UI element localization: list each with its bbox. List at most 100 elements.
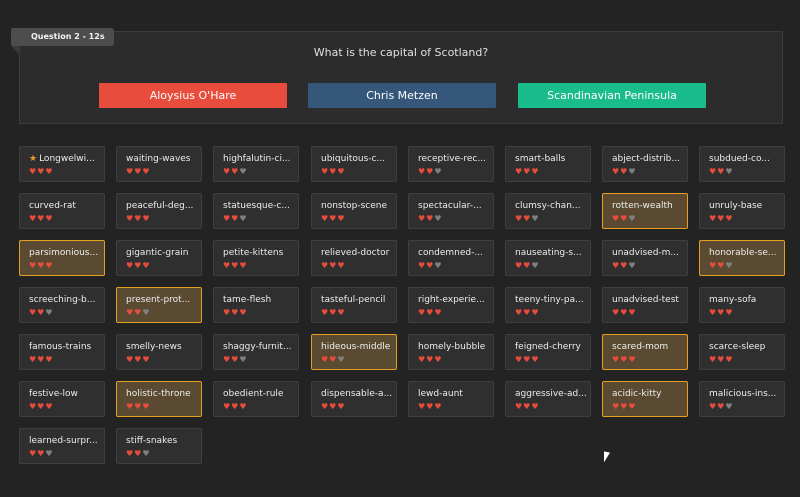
lives-hearts: ♥♥♥	[515, 308, 540, 317]
question-timer-badge: Question 2 - 12s	[11, 28, 114, 55]
player-card[interactable]: holistic-throne ♥♥♥	[116, 381, 202, 417]
lives-hearts: ♥♥♥	[29, 308, 54, 317]
player-card[interactable]: highfalutin-ci... ♥♥♥	[213, 146, 299, 182]
player-card[interactable]: receptive-rec... ♥♥♥	[408, 146, 494, 182]
heart-icon: ♥	[142, 449, 151, 458]
lives-hearts: ♥♥♥	[223, 167, 248, 176]
heart-icon: ♥	[29, 449, 38, 458]
player-card[interactable]: gigantic-grain ♥♥♥	[116, 240, 202, 276]
player-card[interactable]: homely-bubble ♥♥♥	[408, 334, 494, 370]
player-name: gigantic-grain	[126, 248, 189, 258]
player-card[interactable]: famous-trains ♥♥♥	[19, 334, 105, 370]
player-card[interactable]: hideous-middle ♥♥♥	[311, 334, 397, 370]
heart-icon: ♥	[628, 214, 637, 223]
heart-icon: ♥	[418, 214, 427, 223]
player-card[interactable]: ★ Longwelwi... ♥♥♥	[19, 146, 105, 182]
player-card[interactable]: right-experie... ♥♥♥	[408, 287, 494, 323]
heart-icon: ♥	[531, 214, 540, 223]
heart-icon: ♥	[515, 402, 524, 411]
player-card[interactable]: spectacular-... ♥♥♥	[408, 193, 494, 229]
heart-icon: ♥	[434, 355, 443, 364]
player-card[interactable]: present-prot... ♥♥♥	[116, 287, 202, 323]
heart-icon: ♥	[126, 449, 135, 458]
player-name: clumsy-chan...	[515, 201, 581, 211]
player-card[interactable]: honorable-se... ♥♥♥	[699, 240, 785, 276]
player-card[interactable]: aggressive-ad... ♥♥♥	[505, 381, 591, 417]
player-name: shaggy-furnit...	[223, 342, 292, 352]
player-card[interactable]: unadvised-m... ♥♥♥	[602, 240, 688, 276]
lives-hearts: ♥♥♥	[321, 214, 346, 223]
player-card[interactable]: rotten-wealth ♥♥♥	[602, 193, 688, 229]
player-card[interactable]: unruly-base ♥♥♥	[699, 193, 785, 229]
heart-icon: ♥	[239, 355, 248, 364]
player-card[interactable]: unadvised-test ♥♥♥	[602, 287, 688, 323]
player-name: homely-bubble	[418, 342, 486, 352]
answer-button-2[interactable]: Chris Metzen	[308, 83, 496, 108]
lives-hearts: ♥♥♥	[321, 402, 346, 411]
player-card[interactable]: learned-surpr... ♥♥♥	[19, 428, 105, 464]
player-card[interactable]: smelly-news ♥♥♥	[116, 334, 202, 370]
heart-icon: ♥	[142, 214, 151, 223]
player-card[interactable]: nauseating-s... ♥♥♥	[505, 240, 591, 276]
heart-icon: ♥	[418, 355, 427, 364]
heart-icon: ♥	[142, 167, 151, 176]
player-card[interactable]: feigned-cherry ♥♥♥	[505, 334, 591, 370]
heart-icon: ♥	[239, 308, 248, 317]
lives-hearts: ♥♥♥	[321, 308, 346, 317]
player-card[interactable]: smart-balls ♥♥♥	[505, 146, 591, 182]
heart-icon: ♥	[239, 261, 248, 270]
player-card[interactable]: nonstop-scene ♥♥♥	[311, 193, 397, 229]
heart-icon: ♥	[223, 308, 232, 317]
player-card[interactable]: festive-low ♥♥♥	[19, 381, 105, 417]
player-card[interactable]: waiting-waves ♥♥♥	[116, 146, 202, 182]
player-name: aggressive-ad...	[515, 389, 587, 399]
heart-icon: ♥	[418, 167, 427, 176]
lives-hearts: ♥♥♥	[223, 308, 248, 317]
player-card[interactable]: relieved-doctor ♥♥♥	[311, 240, 397, 276]
player-card[interactable]: statuesque-c... ♥♥♥	[213, 193, 299, 229]
player-card[interactable]: petite-kittens ♥♥♥	[213, 240, 299, 276]
player-card[interactable]: teeny-tiny-pa... ♥♥♥	[505, 287, 591, 323]
answer-button-1[interactable]: Aloysius O'Hare	[99, 83, 287, 108]
heart-icon: ♥	[628, 355, 637, 364]
heart-icon: ♥	[612, 355, 621, 364]
player-card[interactable]: dispensable-a... ♥♥♥	[311, 381, 397, 417]
player-card[interactable]: obedient-rule ♥♥♥	[213, 381, 299, 417]
player-card[interactable]: tame-flesh ♥♥♥	[213, 287, 299, 323]
heart-icon: ♥	[709, 402, 718, 411]
player-card[interactable]: lewd-aunt ♥♥♥	[408, 381, 494, 417]
player-card[interactable]: clumsy-chan... ♥♥♥	[505, 193, 591, 229]
player-card[interactable]: many-sofa ♥♥♥	[699, 287, 785, 323]
heart-icon: ♥	[239, 214, 248, 223]
lives-hearts: ♥♥♥	[709, 308, 734, 317]
player-card[interactable]: tasteful-pencil ♥♥♥	[311, 287, 397, 323]
lives-hearts: ♥♥♥	[321, 355, 346, 364]
heart-icon: ♥	[709, 355, 718, 364]
player-card[interactable]: condemned-... ♥♥♥	[408, 240, 494, 276]
player-card[interactable]: acidic-kitty ♥♥♥	[602, 381, 688, 417]
player-name: parsimonious...	[29, 248, 99, 258]
heart-icon: ♥	[45, 261, 54, 270]
heart-icon: ♥	[434, 402, 443, 411]
lives-hearts: ♥♥♥	[29, 214, 54, 223]
player-card[interactable]: scared-mom ♥♥♥	[602, 334, 688, 370]
heart-icon: ♥	[126, 308, 135, 317]
player-card[interactable]: scarce-sleep ♥♥♥	[699, 334, 785, 370]
player-card[interactable]: screeching-b... ♥♥♥	[19, 287, 105, 323]
lives-hearts: ♥♥♥	[709, 214, 734, 223]
player-card[interactable]: parsimonious... ♥♥♥	[19, 240, 105, 276]
player-card[interactable]: stiff-snakes ♥♥♥	[116, 428, 202, 464]
lives-hearts: ♥♥♥	[612, 402, 637, 411]
player-card[interactable]: subdued-co... ♥♥♥	[699, 146, 785, 182]
player-card[interactable]: shaggy-furnit... ♥♥♥	[213, 334, 299, 370]
player-card[interactable]: abject-distrib... ♥♥♥	[602, 146, 688, 182]
answer-button-3[interactable]: Scandinavian Peninsula	[518, 83, 706, 108]
star-icon: ★	[29, 154, 38, 164]
player-name: unadvised-m...	[612, 248, 679, 258]
player-card[interactable]: curved-rat ♥♥♥	[19, 193, 105, 229]
player-card[interactable]: peaceful-deg... ♥♥♥	[116, 193, 202, 229]
player-card[interactable]: ubiquitous-c... ♥♥♥	[311, 146, 397, 182]
player-name: receptive-rec...	[418, 154, 486, 164]
player-card[interactable]: malicious-ins... ♥♥♥	[699, 381, 785, 417]
lives-hearts: ♥♥♥	[29, 261, 54, 270]
